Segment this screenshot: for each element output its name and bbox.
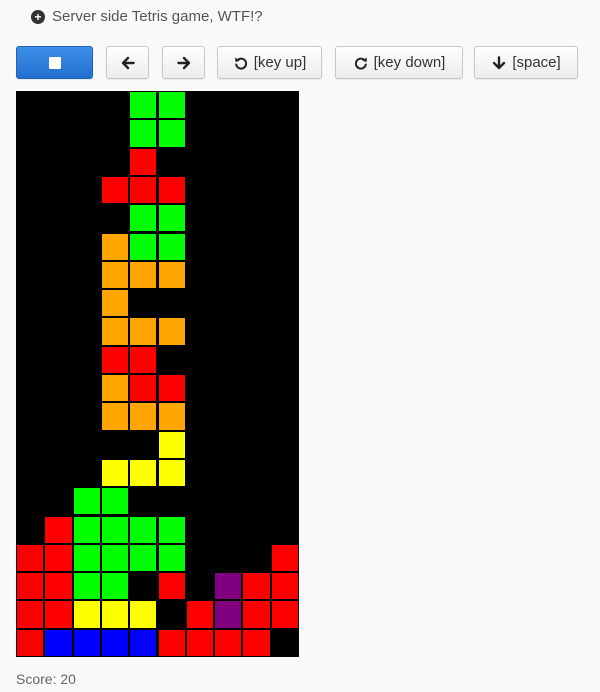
- board-block: [129, 600, 158, 629]
- board-block: [100, 317, 130, 346]
- board-block: [157, 572, 186, 601]
- board-block: [100, 289, 130, 318]
- board-block: [44, 515, 73, 544]
- stop-icon: [48, 56, 61, 69]
- board-block: [242, 600, 271, 629]
- arrow-right-icon: [176, 55, 192, 71]
- board-block: [100, 232, 130, 261]
- board-block: [270, 543, 299, 573]
- board-block: [157, 260, 186, 290]
- board-block: [100, 515, 130, 544]
- board-block: [185, 628, 215, 657]
- board-block: [16, 628, 45, 657]
- board-block: [72, 628, 101, 657]
- board-block: [129, 515, 158, 544]
- board-block: [214, 628, 243, 657]
- arrow-left-icon: [120, 55, 136, 71]
- rotate-ccw-button[interactable]: [key up]: [217, 46, 322, 79]
- board-block: [72, 572, 101, 601]
- board-block: [16, 572, 45, 601]
- board-block: [100, 543, 130, 573]
- board-block: [129, 91, 158, 120]
- score-label: Score: 20: [16, 671, 76, 687]
- board-block: [242, 572, 271, 601]
- board-block: [157, 543, 186, 573]
- rotate-cw-icon: [353, 55, 369, 71]
- rotate-cw-label: [key down]: [373, 54, 446, 71]
- board-block: [157, 204, 186, 233]
- board-block: [129, 345, 158, 374]
- board-block: [129, 374, 158, 403]
- board-block: [72, 600, 101, 629]
- stop-button[interactable]: [16, 46, 93, 79]
- board-block: [72, 515, 101, 544]
- board-block: [157, 515, 186, 544]
- board-block: [129, 147, 158, 176]
- board-block: [157, 175, 186, 205]
- board-block: [44, 543, 73, 573]
- rotate-cw-button[interactable]: [key down]: [335, 46, 463, 79]
- board-block: [100, 487, 130, 516]
- board-block: [129, 543, 158, 573]
- board-block: [157, 458, 186, 488]
- board-block: [157, 430, 186, 459]
- board-block: [157, 91, 186, 120]
- board-block: [129, 458, 158, 488]
- board-block: [129, 402, 158, 431]
- drop-button[interactable]: [space]: [474, 46, 578, 79]
- board-block: [185, 600, 215, 629]
- rotate-ccw-icon: [233, 55, 249, 71]
- board-block: [100, 374, 130, 403]
- board-block: [129, 317, 158, 346]
- board-block: [100, 175, 130, 205]
- board-block: [129, 232, 158, 261]
- board-block: [214, 572, 243, 601]
- board-block: [157, 402, 186, 431]
- board-block: [129, 260, 158, 290]
- board-block: [129, 175, 158, 205]
- board-block: [72, 543, 101, 573]
- board-block: [100, 572, 130, 601]
- board-block: [157, 232, 186, 261]
- board-block: [44, 572, 73, 601]
- move-right-button[interactable]: [162, 46, 205, 79]
- board-block: [44, 600, 73, 629]
- board-block: [44, 628, 73, 657]
- board-block: [214, 600, 243, 629]
- board-block: [242, 628, 271, 657]
- board-block: [129, 119, 158, 148]
- board-block: [100, 628, 130, 657]
- board-block: [129, 204, 158, 233]
- board-block: [157, 119, 186, 148]
- game-title-toggle[interactable]: + Server side Tetris game, WTF!?: [31, 8, 263, 25]
- board-block: [100, 458, 130, 488]
- board-block: [100, 345, 130, 374]
- plus-circle-icon: +: [31, 9, 45, 24]
- board-block: [100, 260, 130, 290]
- board-block: [270, 572, 299, 601]
- board-block: [72, 487, 101, 516]
- board-block: [157, 628, 186, 657]
- board-block: [100, 402, 130, 431]
- tetris-board: [16, 91, 299, 657]
- board-block: [16, 600, 45, 629]
- board-block: [157, 374, 186, 403]
- move-left-button[interactable]: [106, 46, 149, 79]
- drop-label: [space]: [512, 54, 561, 71]
- board-block: [16, 543, 45, 573]
- board-block: [129, 628, 158, 657]
- board-block: [270, 600, 299, 629]
- arrow-down-icon: [491, 55, 507, 71]
- board-block: [157, 317, 186, 346]
- board-block: [100, 600, 130, 629]
- rotate-ccw-label: [key up]: [253, 54, 307, 71]
- game-title: Server side Tetris game, WTF!?: [52, 8, 263, 25]
